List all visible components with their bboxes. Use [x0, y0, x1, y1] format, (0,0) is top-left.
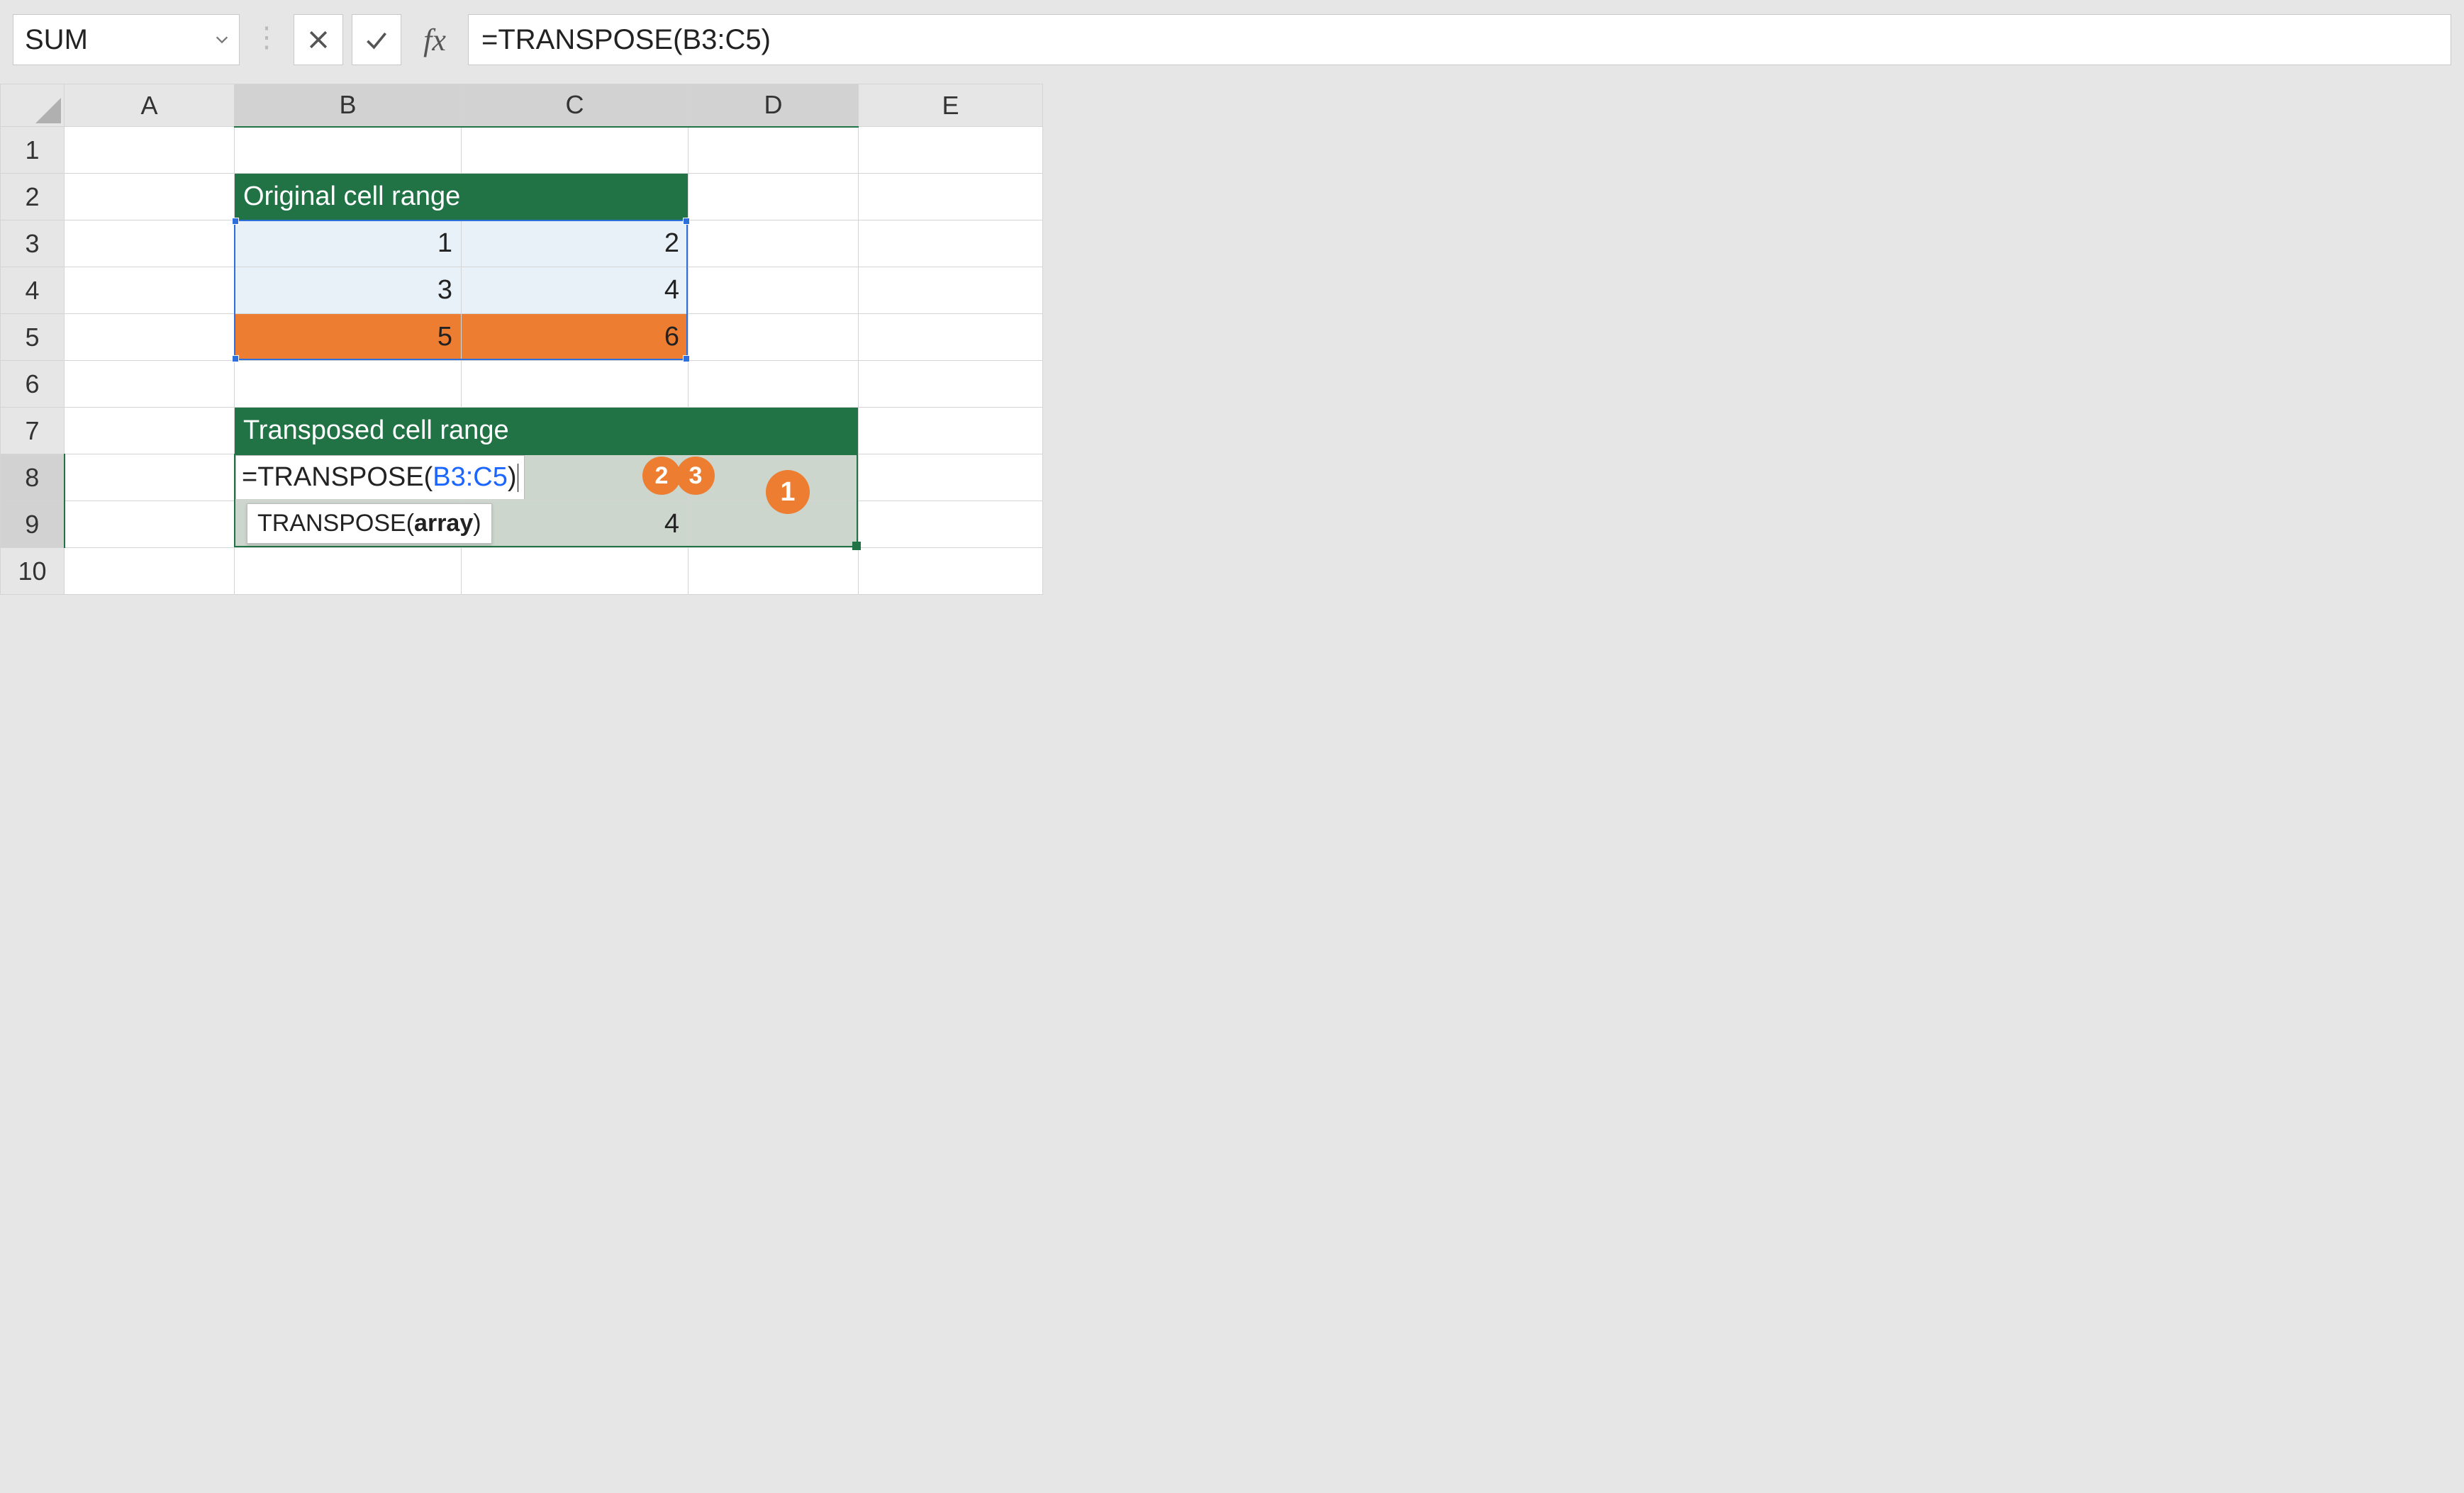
- row-header-4[interactable]: 4: [1, 267, 65, 314]
- cell-A3[interactable]: [65, 220, 235, 267]
- fx-icon[interactable]: fx: [410, 14, 459, 65]
- cell-E7[interactable]: [859, 408, 1043, 454]
- select-all-corner[interactable]: [1, 84, 65, 127]
- tooltip-fn: TRANSPOSE: [257, 510, 406, 537]
- name-box[interactable]: SUM: [13, 14, 240, 65]
- column-header-A[interactable]: A: [65, 84, 235, 127]
- column-header-D[interactable]: D: [689, 84, 859, 127]
- row-header-7[interactable]: 7: [1, 408, 65, 454]
- cell-B7[interactable]: Transposed cell range: [235, 408, 859, 454]
- cell-B1[interactable]: [235, 127, 462, 174]
- cell-C4[interactable]: 4: [462, 267, 689, 314]
- edit-prefix: =TRANSPOSE(: [242, 462, 433, 493]
- row-header-1[interactable]: 1: [1, 127, 65, 174]
- row-header-3[interactable]: 3: [1, 220, 65, 267]
- cell-D2[interactable]: [689, 174, 859, 220]
- cell-B5[interactable]: 5: [235, 314, 462, 361]
- cell-C10[interactable]: [462, 548, 689, 595]
- cell-D5[interactable]: [689, 314, 859, 361]
- cell-E1[interactable]: [859, 127, 1043, 174]
- cell-B2[interactable]: Original cell range: [235, 174, 689, 220]
- cell-E4[interactable]: [859, 267, 1043, 314]
- cell-D9[interactable]: [689, 501, 859, 548]
- row-header-2[interactable]: 2: [1, 174, 65, 220]
- cell-B3[interactable]: 1: [235, 220, 462, 267]
- cell-E5[interactable]: [859, 314, 1043, 361]
- edit-suffix: ): [508, 462, 517, 493]
- row-header-9[interactable]: 9: [1, 501, 65, 548]
- cell-D3[interactable]: [689, 220, 859, 267]
- cell-C1[interactable]: [462, 127, 689, 174]
- formula-bar: SUM ⋮ fx =TRANSPOSE(B3:C5): [0, 0, 2464, 84]
- cell-E10[interactable]: [859, 548, 1043, 595]
- formula-input[interactable]: =TRANSPOSE(B3:C5): [468, 14, 2451, 65]
- cell-A8[interactable]: [65, 454, 235, 501]
- cell-E9[interactable]: [859, 501, 1043, 548]
- cell-A9[interactable]: [65, 501, 235, 548]
- column-header-C[interactable]: C: [462, 84, 689, 127]
- cell-A1[interactable]: [65, 127, 235, 174]
- grid[interactable]: ABCDE12Original cell range31243455667Tra…: [0, 84, 1043, 595]
- cell-C9[interactable]: 4: [462, 501, 689, 548]
- cell-D4[interactable]: [689, 267, 859, 314]
- row-header-10[interactable]: 10: [1, 548, 65, 595]
- cell-B4[interactable]: 3: [235, 267, 462, 314]
- cell-E3[interactable]: [859, 220, 1043, 267]
- function-tooltip[interactable]: TRANSPOSE(array): [247, 503, 492, 544]
- vertical-dots-icon: ⋮: [248, 21, 285, 58]
- name-box-value: SUM: [25, 24, 212, 56]
- cell-A2[interactable]: [65, 174, 235, 220]
- cell-C5[interactable]: 6: [462, 314, 689, 361]
- cell-E2[interactable]: [859, 174, 1043, 220]
- enter-button[interactable]: [352, 14, 401, 65]
- spreadsheet: ABCDE12Original cell range31243455667Tra…: [0, 84, 2464, 595]
- cell-D8[interactable]: [689, 454, 859, 501]
- cell-E8[interactable]: [859, 454, 1043, 501]
- cell-A5[interactable]: [65, 314, 235, 361]
- tooltip-arg: array: [414, 510, 473, 537]
- cell-C6[interactable]: [462, 361, 689, 408]
- column-header-B[interactable]: B: [235, 84, 462, 127]
- cell-D6[interactable]: [689, 361, 859, 408]
- cell-E6[interactable]: [859, 361, 1043, 408]
- cell-A10[interactable]: [65, 548, 235, 595]
- cell-D10[interactable]: [689, 548, 859, 595]
- edit-ref: B3:C5: [433, 462, 508, 493]
- fill-handle[interactable]: [852, 542, 861, 550]
- cell-B10[interactable]: [235, 548, 462, 595]
- row-header-6[interactable]: 6: [1, 361, 65, 408]
- cell-B6[interactable]: [235, 361, 462, 408]
- cell-editor[interactable]: =TRANSPOSE(B3:C5): [235, 455, 525, 499]
- cancel-button[interactable]: [294, 14, 343, 65]
- row-header-5[interactable]: 5: [1, 314, 65, 361]
- cell-A6[interactable]: [65, 361, 235, 408]
- cell-D1[interactable]: [689, 127, 859, 174]
- dropdown-icon[interactable]: [212, 30, 232, 50]
- cell-A4[interactable]: [65, 267, 235, 314]
- row-header-8[interactable]: 8: [1, 454, 65, 501]
- cell-A7[interactable]: [65, 408, 235, 454]
- cell-C3[interactable]: 2: [462, 220, 689, 267]
- formula-text: =TRANSPOSE(B3:C5): [481, 24, 771, 56]
- column-header-E[interactable]: E: [859, 84, 1043, 127]
